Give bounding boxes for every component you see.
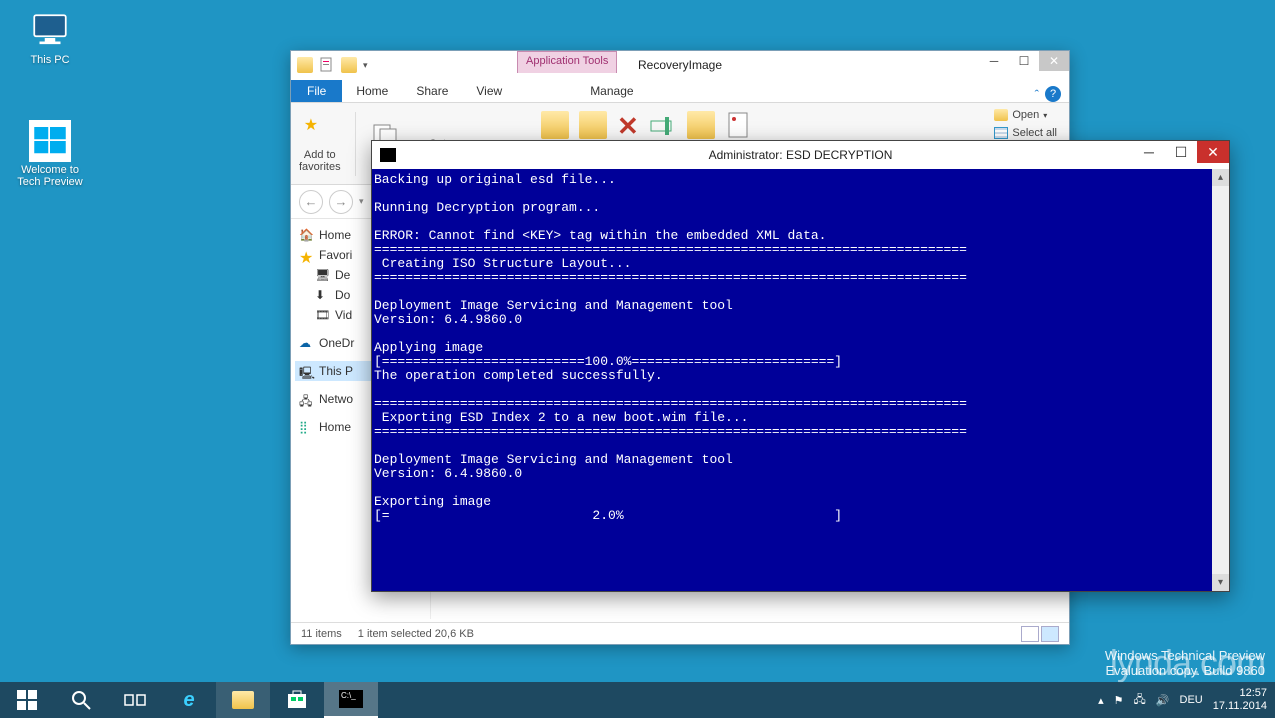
delete-button[interactable]: ✕ <box>617 111 639 142</box>
star-icon: ★ <box>304 115 336 147</box>
desktop-icon-welcome[interactable]: Welcome to Tech Preview <box>12 120 88 188</box>
tray-language[interactable]: DEU <box>1180 694 1203 706</box>
taskbar-cmd[interactable]: C:\_ <box>324 682 378 718</box>
tray-date: 17.11.2014 <box>1213 700 1267 713</box>
start-button[interactable] <box>0 682 54 718</box>
maximize-button[interactable]: ☐ <box>1009 51 1039 71</box>
taskbar-ie[interactable]: e <box>162 682 216 718</box>
lynda-overprint: lynda.com <box>1110 642 1265 684</box>
open-button[interactable]: Open▾ <box>994 109 1057 121</box>
select-all-icon <box>994 127 1008 139</box>
status-selection: 1 item selected 20,6 KB <box>358 628 474 640</box>
tray-flag-icon[interactable]: ⚑ <box>1114 694 1124 707</box>
ribbon-collapse-icon[interactable]: ˆ <box>1035 87 1039 102</box>
move-to-button[interactable] <box>541 111 569 139</box>
properties-icon[interactable] <box>319 57 335 73</box>
properties-button[interactable] <box>725 111 753 139</box>
tray-network-icon[interactable]: 🖧 <box>1134 691 1146 710</box>
console-output[interactable]: Backing up original esd file... Running … <box>372 169 1229 591</box>
tab-share[interactable]: Share <box>402 80 462 102</box>
maximize-button[interactable]: ☐ <box>1165 141 1197 163</box>
scroll-up-icon[interactable]: ▴ <box>1212 169 1229 186</box>
minimize-button[interactable]: ─ <box>979 51 1009 71</box>
back-button[interactable]: ← <box>299 190 323 214</box>
close-button[interactable]: ✕ <box>1039 51 1069 71</box>
qat-dropdown-icon[interactable]: ▾ <box>363 60 368 71</box>
cloud-icon: ☁ <box>299 336 313 350</box>
download-icon: ⬇ <box>315 288 329 302</box>
sidebar-item-label: Home <box>319 420 351 434</box>
new-folder-icon[interactable] <box>341 57 357 73</box>
ribbon-label: Add to favorites <box>299 149 341 173</box>
homegroup-icon: ⣿ <box>299 420 313 434</box>
copy-to-button[interactable] <box>579 111 607 139</box>
help-icon[interactable]: ? <box>1045 86 1061 102</box>
folder-icon <box>232 691 254 709</box>
pc-icon <box>29 10 71 52</box>
task-view-button[interactable] <box>108 682 162 718</box>
desktop-icon-label: Welcome to Tech Preview <box>12 164 88 188</box>
explorer-title: RecoveryImage <box>638 58 722 72</box>
video-icon: 🎞 <box>315 308 329 322</box>
desktop-icon: 🖥 <box>315 268 329 282</box>
desktop-icon-this-pc[interactable]: This PC <box>12 10 88 66</box>
cmd-icon: C:\_ <box>339 690 363 708</box>
explorer-statusbar: 11 items 1 item selected 20,6 KB <box>291 622 1069 644</box>
forward-button[interactable]: → <box>329 190 353 214</box>
new-folder-button[interactable] <box>687 111 715 139</box>
home-icon: 🏠 <box>299 228 313 242</box>
ribbon-label: Select all <box>1012 127 1057 139</box>
ribbon-separator <box>355 112 356 176</box>
context-tab-application-tools[interactable]: Application Tools <box>517 51 617 73</box>
minimize-button[interactable]: ─ <box>1133 141 1165 163</box>
sidebar-item-label: Favori <box>319 248 352 262</box>
tray-volume-icon[interactable]: 🔊 <box>1156 694 1170 707</box>
status-item-count: 11 items <box>301 628 342 640</box>
rename-button[interactable] <box>649 111 677 139</box>
pc-icon: 🖳 <box>299 364 313 378</box>
tray-clock[interactable]: 12:57 17.11.2014 <box>1213 687 1267 713</box>
sidebar-item-label: Home <box>319 228 351 242</box>
explorer-titlebar[interactable]: ▾ Application Tools RecoveryImage ─ ☐ ✕ <box>291 51 1069 79</box>
tab-file[interactable]: File <box>291 80 342 102</box>
cmd-icon <box>380 148 396 162</box>
open-icon <box>994 109 1008 121</box>
desktop-icon-label: This PC <box>12 54 88 66</box>
view-icons-button[interactable] <box>1041 626 1059 642</box>
scroll-down-icon[interactable]: ▾ <box>1212 574 1229 591</box>
taskbar-store[interactable] <box>270 682 324 718</box>
folder-icon[interactable] <box>297 57 313 73</box>
sidebar-item-label: Vid <box>335 308 352 322</box>
console-titlebar[interactable]: Administrator: ESD DECRYPTION ─ ☐ ✕ <box>372 141 1229 169</box>
console-scrollbar[interactable]: ▴ ▾ <box>1212 169 1229 591</box>
taskbar: e C:\_ ▴ ⚑ 🖧 🔊 DEU 12:57 17.11.2014 <box>0 682 1275 718</box>
windows-icon <box>29 120 71 162</box>
tab-view[interactable]: View <box>462 80 516 102</box>
ribbon-tabs: File Home Share View Manage ˆ ? <box>291 79 1069 103</box>
quick-access-toolbar: ▾ <box>291 57 374 73</box>
close-button[interactable]: ✕ <box>1197 141 1229 163</box>
select-all-button[interactable]: Select all <box>994 127 1057 139</box>
sidebar-item-label: Do <box>335 288 350 302</box>
ribbon-label: Open <box>1012 109 1039 121</box>
console-window: Administrator: ESD DECRYPTION ─ ☐ ✕ Back… <box>371 140 1230 592</box>
console-title: Administrator: ESD DECRYPTION <box>709 148 893 162</box>
sidebar-item-label: This P <box>319 364 353 378</box>
tab-home[interactable]: Home <box>342 80 402 102</box>
taskbar-explorer[interactable] <box>216 682 270 718</box>
sidebar-item-label: OneDr <box>319 336 354 350</box>
system-tray: ▴ ⚑ 🖧 🔊 DEU 12:57 17.11.2014 <box>1090 682 1275 718</box>
recent-locations-icon[interactable]: ▾ <box>359 196 364 207</box>
search-button[interactable] <box>54 682 108 718</box>
view-details-button[interactable] <box>1021 626 1039 642</box>
tab-manage[interactable]: Manage <box>576 80 647 102</box>
sidebar-item-label: Netwo <box>319 392 353 406</box>
tray-time: 12:57 <box>1213 687 1267 700</box>
sidebar-item-label: De <box>335 268 350 282</box>
star-icon: ★ <box>299 248 313 262</box>
network-icon: 🖧 <box>299 392 313 406</box>
add-to-favorites-button[interactable]: ★ Add to favorites <box>299 115 341 173</box>
tray-expand-icon[interactable]: ▴ <box>1098 694 1104 707</box>
